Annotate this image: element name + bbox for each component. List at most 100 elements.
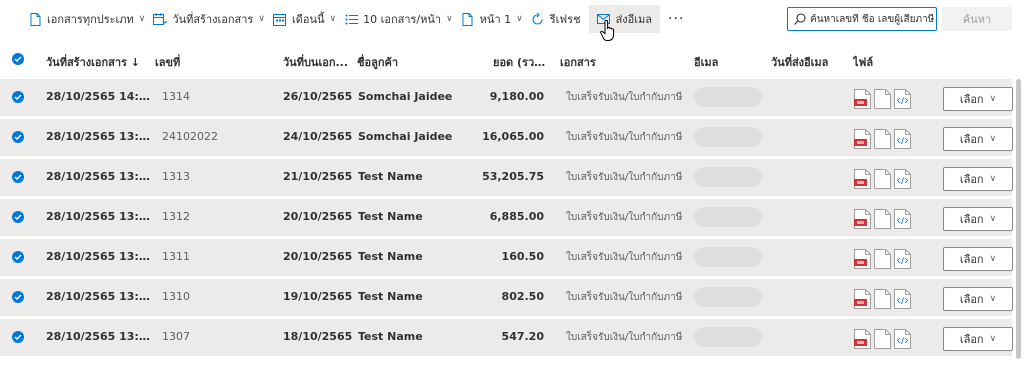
action-label: เลือก: [959, 133, 984, 146]
doc-type-filter[interactable]: เอกสารทุกประเภท ∨: [24, 5, 149, 33]
table-row[interactable]: 28/10/2565 13:47... 1313 21/10/2565 Test Na…: [0, 159, 1013, 196]
row-checkbox[interactable]: [12, 291, 24, 303]
page-label: หน้า 1: [479, 13, 512, 26]
xml-file-icon[interactable]: [894, 209, 911, 229]
cell-created: 28/10/2565 13:47...: [46, 170, 152, 183]
table-row[interactable]: 28/10/2565 13:47... 1312 20/10/2565 Test Na…: [0, 199, 1013, 236]
more-options-button[interactable]: ···: [668, 11, 684, 27]
action-dropdown[interactable]: เลือก ∨: [943, 287, 1013, 311]
cell-number: 24102022: [162, 130, 218, 143]
pdf-file-icon[interactable]: [854, 249, 871, 269]
page-select[interactable]: หน้า 1 ∨: [457, 5, 527, 33]
vertical-scrollbar[interactable]: [1016, 79, 1021, 359]
document-file-icon[interactable]: [874, 289, 891, 309]
search-button[interactable]: ค้นหา: [942, 7, 1012, 31]
check-icon: [14, 94, 22, 100]
check-icon: [14, 334, 22, 340]
header-number[interactable]: เลขที่: [155, 53, 215, 71]
per-page-label: 10 เอกสาร/หน้า: [363, 13, 442, 26]
cell-created: 28/10/2565 13:47...: [46, 210, 152, 223]
cell-number: 1314: [162, 90, 190, 103]
row-checkbox[interactable]: [12, 251, 24, 263]
cell-doc-date: 19/10/2565: [283, 290, 353, 303]
select-all-checkbox[interactable]: [12, 53, 24, 65]
chevron-down-icon: ∨: [989, 174, 997, 184]
action-dropdown[interactable]: เลือก ∨: [943, 207, 1013, 231]
table-row[interactable]: 28/10/2565 13:47... 1311 20/10/2565 Test Na…: [0, 239, 1013, 276]
header-email-date[interactable]: วันที่ส่งอีเมล: [771, 53, 841, 71]
chevron-down-icon: ∨: [138, 14, 146, 24]
cell-document: ใบเสร็จรับเงิน/ใบกำกับภาษี: [566, 132, 683, 143]
action-dropdown[interactable]: เลือก ∨: [943, 87, 1013, 111]
action-dropdown[interactable]: เลือก ∨: [943, 127, 1013, 151]
row-checkbox[interactable]: [12, 211, 24, 223]
header-document[interactable]: เอกสาร: [560, 53, 620, 71]
table-row[interactable]: 28/10/2565 13:48... 24102022 24/10/2565 Som…: [0, 119, 1013, 156]
table-header: วันที่สร้างเอกสาร ↓ เลขที่ วันที่บนเอก..…: [0, 40, 1024, 78]
page-icon: [461, 12, 475, 26]
header-created[interactable]: วันที่สร้างเอกสาร ↓: [46, 53, 146, 71]
chevron-down-icon: ∨: [516, 14, 523, 24]
action-dropdown[interactable]: เลือก ∨: [943, 247, 1013, 271]
created-date-filter[interactable]: วันที่สร้างเอกสาร ∨: [149, 5, 269, 33]
cell-doc-date: 24/10/2565: [283, 130, 353, 143]
header-total[interactable]: ยอด (รวม...: [493, 53, 549, 71]
cell-customer: Test Name: [358, 290, 423, 303]
cell-doc-date: 26/10/2565: [283, 90, 353, 103]
chevron-down-icon: ∨: [989, 134, 997, 144]
search-input[interactable]: [810, 13, 934, 25]
document-file-icon[interactable]: [874, 209, 891, 229]
cell-total: 160.50: [501, 250, 544, 263]
pdf-file-icon[interactable]: [854, 289, 871, 309]
per-page-select[interactable]: 10 เอกสาร/หน้า ∨: [340, 5, 457, 33]
pdf-file-icon[interactable]: [854, 169, 871, 189]
document-file-icon[interactable]: [874, 329, 891, 349]
row-checkbox[interactable]: [12, 171, 24, 183]
xml-file-icon[interactable]: [894, 329, 911, 349]
action-label: เลือก: [959, 213, 984, 226]
document-file-icon[interactable]: [874, 129, 891, 149]
file-icons: [854, 209, 911, 229]
table-row[interactable]: 28/10/2565 13:47... 1310 19/10/2565 Test Na…: [0, 279, 1013, 316]
refresh-button[interactable]: รีเฟรช: [527, 5, 585, 33]
xml-file-icon[interactable]: [894, 249, 911, 269]
header-email[interactable]: อีเมล: [694, 53, 744, 71]
document-file-icon[interactable]: [874, 169, 891, 189]
xml-file-icon[interactable]: [894, 89, 911, 109]
xml-file-icon[interactable]: [894, 129, 911, 149]
search-box[interactable]: [787, 7, 937, 31]
file-icons: [854, 329, 911, 349]
cell-total: 16,065.00: [482, 130, 544, 143]
file-icons: [854, 89, 911, 109]
email-placeholder: [694, 87, 762, 107]
pdf-file-icon[interactable]: [854, 209, 871, 229]
cell-number: 1312: [162, 210, 190, 223]
row-checkbox[interactable]: [12, 91, 24, 103]
action-dropdown[interactable]: เลือก ∨: [943, 327, 1013, 351]
header-customer[interactable]: ชื่อลูกค้า: [357, 53, 437, 71]
pdf-file-icon[interactable]: [854, 329, 871, 349]
cell-total: 547.20: [501, 330, 544, 343]
chevron-down-icon: ∨: [989, 334, 997, 344]
cell-created: 28/10/2565 13:47...: [46, 250, 152, 263]
action-dropdown[interactable]: เลือก ∨: [943, 167, 1013, 191]
header-doc-date[interactable]: วันที่บนเอก...: [283, 53, 353, 71]
table-row[interactable]: 28/10/2565 14:11... 1314 26/10/2565 Somchai…: [0, 79, 1013, 116]
row-checkbox[interactable]: [12, 331, 24, 343]
list-icon: [344, 12, 358, 26]
document-file-icon[interactable]: [874, 249, 891, 269]
xml-file-icon[interactable]: [894, 289, 911, 309]
check-icon: [14, 56, 22, 62]
xml-file-icon[interactable]: [894, 169, 911, 189]
row-checkbox[interactable]: [12, 131, 24, 143]
pdf-file-icon[interactable]: [854, 129, 871, 149]
document-file-icon[interactable]: [874, 89, 891, 109]
created-date-label: วันที่สร้างเอกสาร: [172, 13, 254, 26]
table-row[interactable]: 28/10/2565 13:46... 1307 18/10/2565 Test Na…: [0, 319, 1013, 356]
hand-pointer-cursor-icon: [600, 20, 615, 41]
period-filter[interactable]: เดือนนี้ ∨: [269, 5, 340, 33]
refresh-label: รีเฟรช: [549, 13, 581, 26]
pdf-file-icon[interactable]: [854, 89, 871, 109]
file-icons: [854, 249, 911, 269]
cell-number: 1307: [162, 330, 190, 343]
